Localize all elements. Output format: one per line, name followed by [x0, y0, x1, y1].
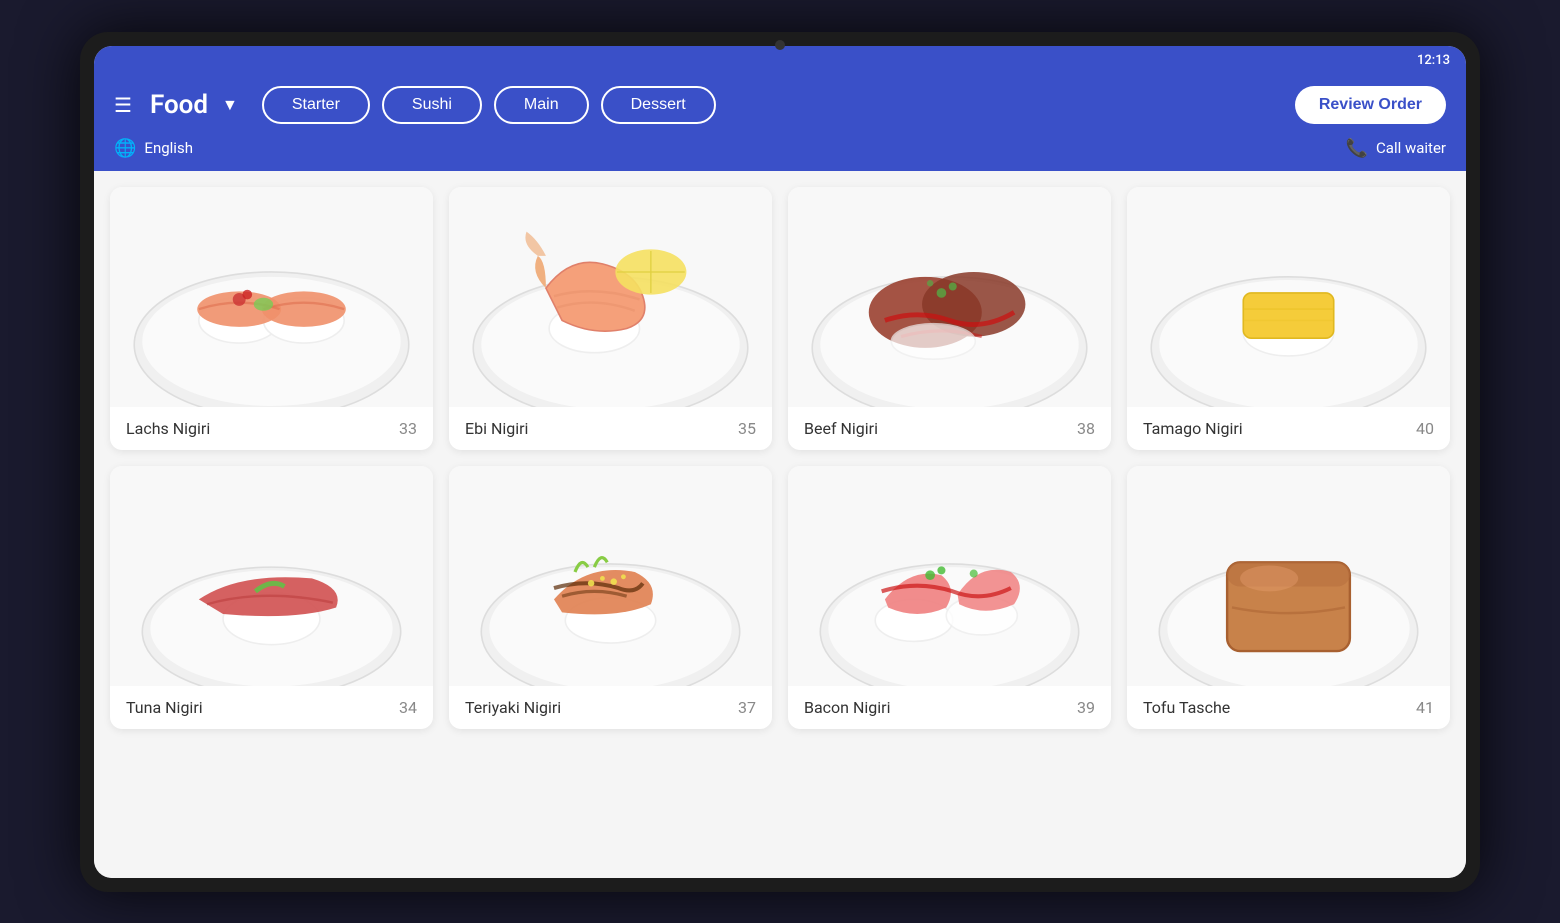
food-card-info: Tuna Nigiri 34 — [110, 686, 433, 729]
hamburger-icon[interactable]: ☰ — [114, 93, 132, 117]
food-card-image — [788, 187, 1111, 407]
food-name: Bacon Nigiri — [804, 698, 890, 717]
food-card[interactable]: Lachs Nigiri 33 — [110, 187, 433, 450]
food-category-title: Food — [150, 90, 208, 120]
food-card-info: Teriyaki Nigiri 37 — [449, 686, 772, 729]
food-card-info: Tamago Nigiri 40 — [1127, 407, 1450, 450]
food-card[interactable]: Tofu Tasche 41 — [1127, 466, 1450, 729]
sushi-category-button[interactable]: Sushi — [382, 86, 482, 124]
globe-icon: 🌐 — [114, 138, 136, 159]
food-card-image — [110, 466, 433, 686]
top-nav: ☰ Food ▼ Starter Sushi Main Dessert Revi… — [94, 76, 1466, 134]
food-card-image — [110, 187, 433, 407]
food-card-info: Beef Nigiri 38 — [788, 407, 1111, 450]
food-number: 34 — [399, 698, 417, 717]
food-card-image — [788, 466, 1111, 686]
phone-icon: 📞 — [1346, 138, 1368, 159]
food-card[interactable]: Teriyaki Nigiri 37 — [449, 466, 772, 729]
dessert-category-button[interactable]: Dessert — [601, 86, 716, 124]
food-card[interactable]: Beef Nigiri 38 — [788, 187, 1111, 450]
starter-category-button[interactable]: Starter — [262, 86, 370, 124]
tablet-screen: 12:13 ☰ Food ▼ Starter Sushi Main Desser… — [94, 46, 1466, 878]
food-number: 35 — [738, 419, 756, 438]
main-category-button[interactable]: Main — [494, 86, 589, 124]
food-name: Tofu Tasche — [1143, 698, 1230, 717]
food-card-image — [1127, 466, 1450, 686]
food-number: 40 — [1416, 419, 1434, 438]
camera — [775, 40, 785, 50]
food-name: Beef Nigiri — [804, 419, 878, 438]
tablet-frame: 12:13 ☰ Food ▼ Starter Sushi Main Desser… — [80, 32, 1480, 892]
food-number: 39 — [1077, 698, 1095, 717]
food-card[interactable]: Tuna Nigiri 34 — [110, 466, 433, 729]
food-number: 37 — [738, 698, 756, 717]
dropdown-arrow-icon[interactable]: ▼ — [222, 95, 238, 115]
food-card-image — [449, 187, 772, 407]
food-card[interactable]: Ebi Nigiri 35 — [449, 187, 772, 450]
food-card-info: Bacon Nigiri 39 — [788, 686, 1111, 729]
status-bar: 12:13 — [94, 46, 1466, 76]
call-waiter-label: Call waiter — [1376, 139, 1446, 157]
category-buttons: Starter Sushi Main Dessert — [262, 86, 1281, 124]
food-name: Tuna Nigiri — [126, 698, 203, 717]
status-time: 12:13 — [1417, 53, 1450, 68]
food-number: 38 — [1077, 419, 1095, 438]
food-name: Teriyaki Nigiri — [465, 698, 561, 717]
food-card-image — [449, 466, 772, 686]
call-waiter-button[interactable]: 📞 Call waiter — [1346, 138, 1446, 159]
food-grid: Lachs Nigiri 33 Eb — [110, 187, 1450, 729]
food-card[interactable]: Bacon Nigiri 39 — [788, 466, 1111, 729]
language-label: English — [144, 139, 193, 157]
sub-nav: 🌐 English 📞 Call waiter — [94, 134, 1466, 171]
food-name: Tamago Nigiri — [1143, 419, 1243, 438]
food-card-info: Ebi Nigiri 35 — [449, 407, 772, 450]
language-button[interactable]: 🌐 English — [114, 138, 193, 159]
food-number: 41 — [1416, 698, 1434, 717]
main-content: Lachs Nigiri 33 Eb — [94, 171, 1466, 878]
review-order-button[interactable]: Review Order — [1295, 86, 1446, 124]
food-card-info: Lachs Nigiri 33 — [110, 407, 433, 450]
food-name: Ebi Nigiri — [465, 419, 528, 438]
food-card[interactable]: Tamago Nigiri 40 — [1127, 187, 1450, 450]
food-card-info: Tofu Tasche 41 — [1127, 686, 1450, 729]
food-name: Lachs Nigiri — [126, 419, 210, 438]
food-card-image — [1127, 187, 1450, 407]
food-number: 33 — [399, 419, 417, 438]
